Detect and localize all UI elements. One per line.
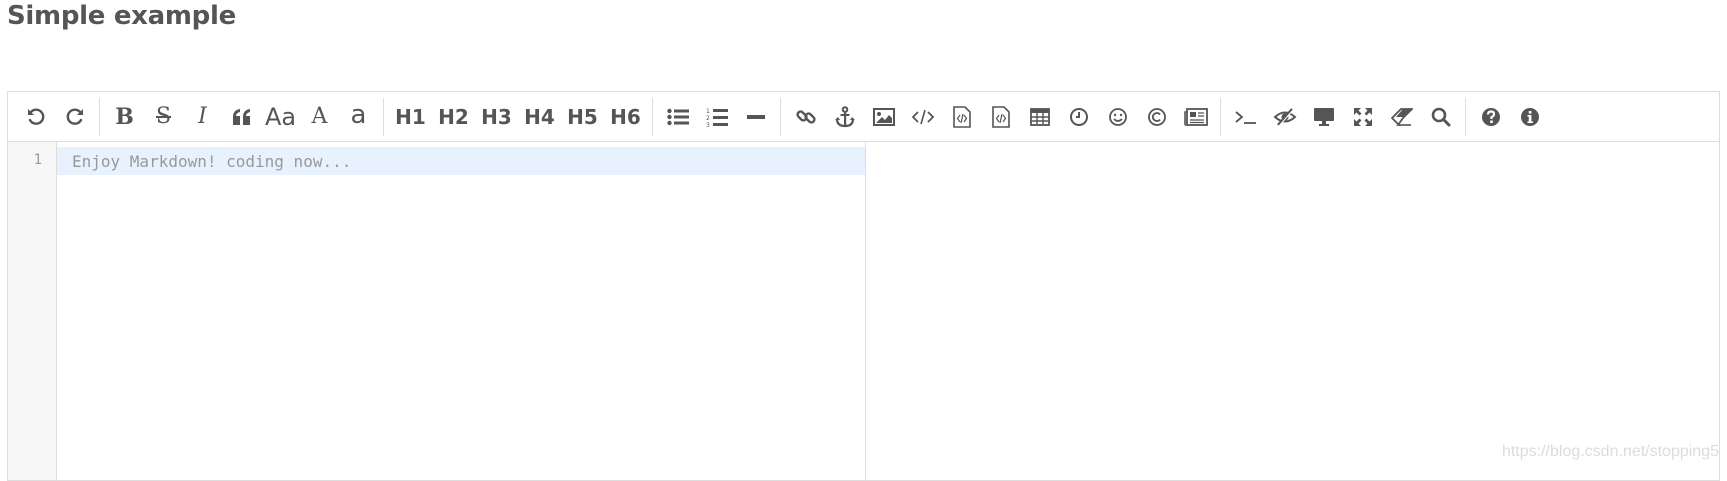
uppercase-button[interactable]: Aa: [261, 99, 300, 135]
view-group: [1226, 92, 1460, 141]
toggle-preview-button[interactable]: [1265, 99, 1304, 135]
ucfirst-button[interactable]: A: [300, 99, 339, 135]
svg-text:2: 2: [706, 115, 710, 122]
anchor-button[interactable]: [825, 99, 864, 135]
file-code-icon: [952, 105, 971, 128]
toolbar-divider: [1465, 97, 1466, 136]
pagebreak-button[interactable]: [1176, 99, 1215, 135]
question-circle-icon: [1481, 107, 1500, 126]
markdown-input-pane[interactable]: 1 Enjoy Markdown! coding now...: [8, 142, 866, 480]
undo-button[interactable]: [16, 99, 55, 135]
goto-line-button[interactable]: [1226, 99, 1265, 135]
help-group: [1471, 92, 1549, 141]
clock-icon: [1069, 107, 1088, 126]
fullscreen-button[interactable]: [1343, 99, 1382, 135]
svg-text:1: 1: [706, 108, 710, 115]
format-group: B S I Aa A a: [105, 92, 378, 141]
italic-button[interactable]: I: [183, 99, 222, 135]
quote-button[interactable]: [222, 99, 261, 135]
anchor-icon: [834, 105, 855, 127]
toolbar-divider: [780, 97, 781, 136]
redo-icon: [66, 108, 83, 125]
undo-icon: [27, 108, 44, 125]
link-icon: [795, 109, 816, 124]
svg-text:3: 3: [706, 122, 710, 127]
emoji-button[interactable]: [1098, 99, 1137, 135]
history-group: [16, 92, 94, 141]
h5-button[interactable]: H5: [561, 99, 604, 135]
quote-icon: [232, 108, 250, 125]
redo-button[interactable]: [55, 99, 94, 135]
desktop-icon: [1313, 107, 1334, 126]
h4-button[interactable]: H4: [518, 99, 561, 135]
ordered-list-button[interactable]: 123: [697, 99, 736, 135]
toolbar-divider: [1220, 97, 1221, 136]
smile-icon: [1108, 107, 1127, 126]
terminal-icon: [1234, 110, 1256, 124]
inline-code-button[interactable]: [903, 99, 942, 135]
search-button[interactable]: [1421, 99, 1460, 135]
unordered-list-button[interactable]: [658, 99, 697, 135]
preformatted-text-button[interactable]: [981, 99, 1020, 135]
insert-group: [786, 92, 1215, 141]
newspaper-icon: [1183, 107, 1208, 126]
table-icon: [1029, 107, 1050, 126]
horizontal-rule-button[interactable]: [736, 99, 775, 135]
toolbar-divider: [383, 97, 384, 136]
preview-pane: [866, 142, 1719, 480]
help-button[interactable]: [1471, 99, 1510, 135]
h3-button[interactable]: H3: [475, 99, 518, 135]
heading-group: H1 H2 H3 H4 H5 H6: [389, 92, 647, 141]
copyright-icon: [1147, 107, 1166, 126]
h6-button[interactable]: H6: [604, 99, 647, 135]
editor-placeholder: Enjoy Markdown! coding now...: [72, 152, 352, 171]
toolbar-divider: [99, 97, 100, 136]
editor-toolbar: B S I Aa A a H1 H2 H3 H4 H5 H6 123: [8, 92, 1719, 142]
line-number-gutter: 1: [8, 142, 57, 480]
toolbar-divider: [652, 97, 653, 136]
image-button[interactable]: [864, 99, 903, 135]
list-ul-icon: [666, 108, 689, 125]
file-code-icon: [991, 105, 1010, 128]
code-block-button[interactable]: [942, 99, 981, 135]
page-title: Simple example: [7, 1, 236, 31]
minus-icon: [746, 114, 765, 119]
datetime-button[interactable]: [1059, 99, 1098, 135]
html-entities-button[interactable]: [1137, 99, 1176, 135]
html-preview-button[interactable]: [1304, 99, 1343, 135]
expand-icon: [1353, 107, 1372, 126]
search-icon: [1431, 107, 1450, 126]
strikethrough-button[interactable]: S: [144, 99, 183, 135]
code-icon: [911, 109, 934, 124]
link-button[interactable]: [786, 99, 825, 135]
watermark: https://blog.csdn.net/stopping5: [1501, 443, 1719, 460]
list-group: 123: [658, 92, 775, 141]
table-button[interactable]: [1020, 99, 1059, 135]
markdown-editor: B S I Aa A a H1 H2 H3 H4 H5 H6 123 1 Enj…: [7, 91, 1720, 481]
image-icon: [872, 107, 895, 126]
h2-button[interactable]: H2: [432, 99, 475, 135]
clear-button[interactable]: [1382, 99, 1421, 135]
bold-button[interactable]: B: [105, 99, 144, 135]
eraser-icon: [1390, 107, 1413, 126]
h1-button[interactable]: H1: [389, 99, 432, 135]
list-ol-icon: 123: [706, 108, 728, 127]
info-button[interactable]: [1510, 99, 1549, 135]
eye-slash-icon: [1273, 107, 1296, 126]
info-circle-icon: [1520, 107, 1539, 126]
lowercase-button[interactable]: a: [339, 97, 378, 133]
line-number: 1: [33, 152, 42, 168]
